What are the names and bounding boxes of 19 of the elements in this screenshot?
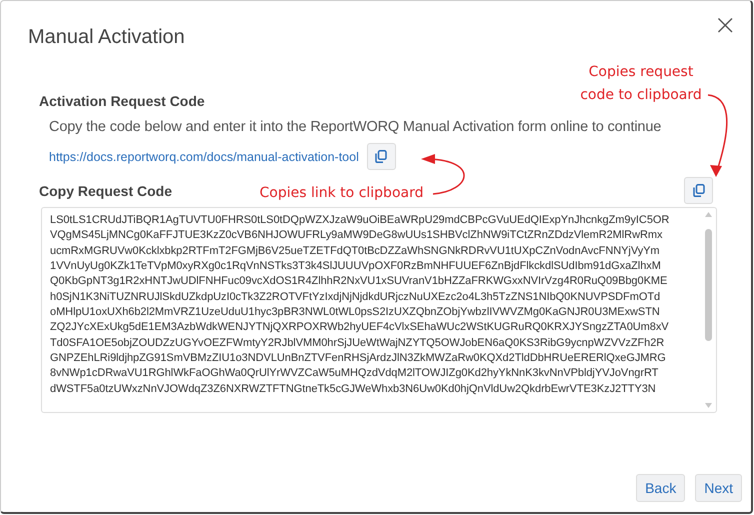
request-code-field[interactable]: LS0tLS1CRUdJTiBQR1AgTUVTU0FHRS0tLS0tDQpWZXJzaW9uOiBEaWRpU29mdCBPcGVuUEdQIExpYnJhcnkgZm9yIC5OR VQgMS45LjMNCg0KaFFJTUE3KzZ0cVB6NHJOWUFRLy9aMW9DeG8wUUs1SHBVclZhNW9iTCtZRnZDdzVlemR2MlRwRmx ucmRxMGRUVw0Kcklxbkp2RTFmT2FGMjB6V25ueTZETFdQT0tBcDZZaWhSNGNkRDRvVU1tUXpCZnVodnAvcFNNYjVyYm 1VVnUyUg0KZk1TeTVpM0xyRXg0c1RqVnNSTks3T3k4SlJUUUVpOXF0RzBmNHFUUEF6ZnBjdFlkckdlSUdIbm91dGxaZlhxM Q0KbGpNT3g1R2xHNTJwUDlFNHFuc09vcXdOS1R4ZlhhR2NxVU1xSUVranV1bHZZaFRKWGxxNVIrVzg4R0RuQ09Bbg0KME h0SjN1K3NiTUZNRUJlSkdUZkdpUzI0cTk3Z2ROTVFtYzIxdjNjNjdkdURjczNuUXEzc2o4L3h5TzZNS1NIbQ0KNUVPSDFmOTd oMHlpU1oxUXh6b2l2MmVRZ1UzeUduU1hyc3pBR3NWL0tWL0psS2IzUXZQbnZObjYwbzlIVWVZMg0KaGNJR0U3MExwSTN ZQ2JYcXExUkg5dE1EM3AzbWdkWENJYTNjQXRPOXRWb2hyUEF4cVlxSEhaWUc2WStKUGRuRQ0KRXJYSngzZTA0Um8xV Td0SFA1OE5objZOUDZzUGYvOEZFWmtyY2RJblVMM0hrSjJUeWtWajNZYTQ5OWJobEN6aQ0KS3RibG9ycnpWZVVzZFh2R GNPZEhLRi9ldjhpZG91SmVBMzZIU1o3NDVLUnBnZTVFenRHSjArdzJlN3ZkMWZaRw0KQXd2TldDbHRUeERERlQxeGJMRG 8vNWp1cDRwaVU1RGhlWkFaOGhWa0QrUlYrWVZCaW5uMHQzdVdqM2lTOWJIZg0Kd2hyYkNnK3kvNnVPbldjYVJoVngrRT dWSTF5a0tzUWxzNnVJOWdqZ3Z6NXRWZTFTNGtneTk5cGJWeWhxb3N6Uw0Kd0hjQnVldUw2QkdrbEwrVTE3KzJ2TTY3N: [41, 207, 717, 413]
copy-button[interactable]: [366, 143, 396, 170]
annotation-text: Copies link to clipboard: [258, 184, 424, 203]
annotation-text: Copies request code to clipboard: [579, 63, 703, 105]
nav-button[interactable]: Back: [636, 474, 686, 502]
scroll-down-icon[interactable]: [705, 403, 712, 408]
docs-link[interactable]: https://docs.reportworq.com/docs/manual-activation-tool: [49, 150, 359, 164]
copy-button[interactable]: [684, 177, 713, 204]
instruction-text: Copy the code below and enter it into the ReportWORQ Manual Activation form online to continue: [49, 119, 662, 135]
section-heading: Copy Request Code: [39, 182, 172, 198]
scrollbar[interactable]: [704, 212, 713, 408]
scroll-up-icon[interactable]: [705, 212, 712, 217]
section-heading: Activation Request Code: [39, 93, 205, 109]
dialog-title: Manual Activation: [28, 25, 185, 49]
copy-icon: [375, 150, 388, 163]
copy-icon: [692, 184, 704, 197]
close-button[interactable]: ×: [714, 13, 737, 37]
nav-button[interactable]: Next: [695, 474, 742, 502]
annotation-arrow: [421, 154, 465, 195]
